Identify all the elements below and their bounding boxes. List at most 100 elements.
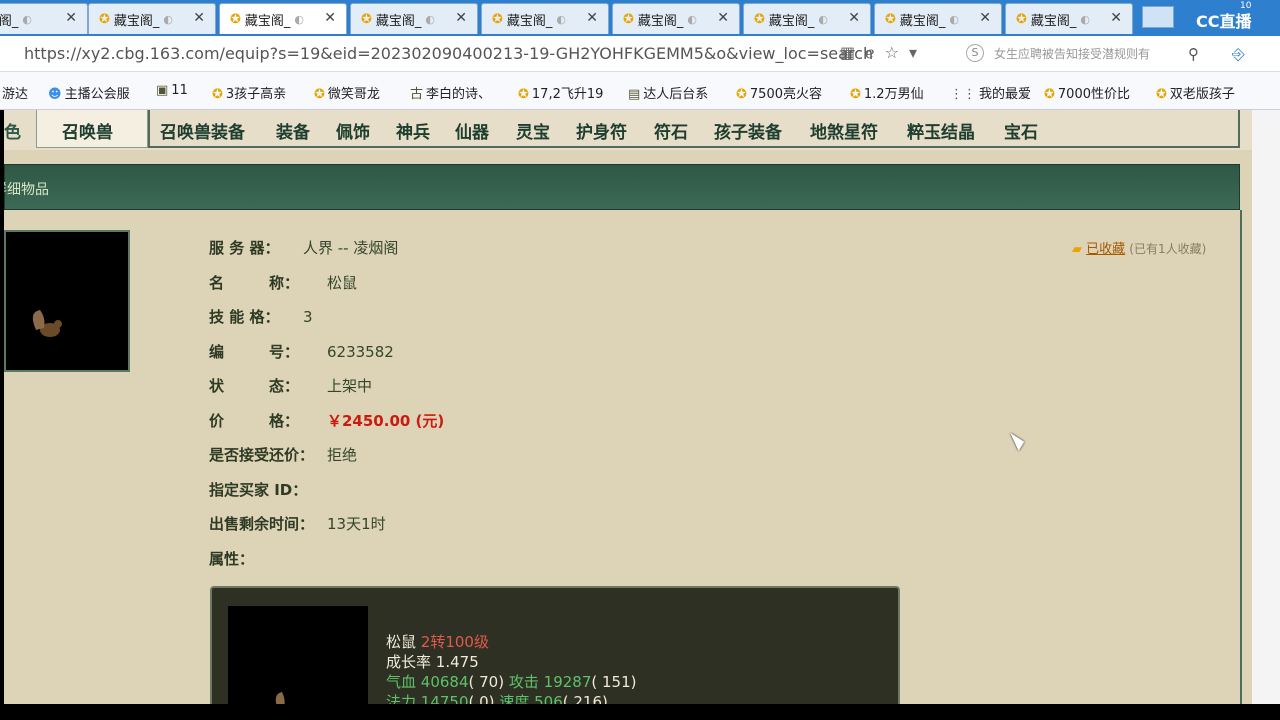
nav-tab[interactable]: 色 — [4, 118, 21, 143]
pet-title-line: 松鼠 2转100级 — [386, 633, 489, 651]
nav-tab[interactable]: 地煞星符 — [810, 118, 878, 143]
close-tab-icon[interactable]: ✕ — [65, 10, 77, 26]
bookmark-item[interactable]: ✪ 双老版孩子 — [1156, 83, 1235, 102]
time-label: 出售剩余时间： — [209, 515, 315, 533]
id-label: 编 号： — [209, 343, 300, 361]
nav-tab[interactable]: 宝石 — [1004, 118, 1038, 143]
chevron-down-icon[interactable]: ▾ — [909, 43, 927, 62]
favorite-count: (已有1人收藏) — [1129, 242, 1207, 256]
close-tab-icon[interactable]: ✕ — [324, 10, 336, 26]
bookmark-item[interactable]: ✪ 微笑哥龙 — [314, 83, 380, 102]
bookmark-item[interactable]: ✪ 3孩子高亲 — [212, 83, 286, 102]
loading-icon: ◐ — [687, 12, 698, 26]
name-label: 名 称： — [209, 274, 300, 292]
bookmark-icon: ✪ — [1156, 87, 1167, 102]
bookmark-icon: ✪ — [850, 87, 861, 102]
browser-tab-strip: ✪宝阁_◐✕ ✪藏宝阁_◐✕ ✪藏宝阁_◐✕ ✪藏宝阁_◐✕ ✪藏宝阁_◐✕ ✪… — [0, 0, 1280, 36]
bookmark-icon: ✪ — [518, 87, 529, 102]
loading-icon: ◐ — [294, 12, 305, 26]
page-favicon-icon: ✪ — [492, 11, 503, 27]
bargain-label: 是否接受还价： — [209, 446, 315, 464]
loading-icon: ◐ — [949, 12, 960, 26]
nav-tab[interactable]: 神兵 — [396, 118, 430, 143]
grid-icon: ⋮⋮ — [950, 87, 976, 102]
favorite-link[interactable]: ▰ 已收藏 (已有1人收藏) — [1072, 238, 1206, 257]
new-tab-button[interactable] — [1142, 6, 1174, 28]
nav-tab[interactable]: 粹玉结晶 — [907, 118, 975, 143]
bookmark-item[interactable]: ▤ 达人后台系 — [628, 83, 708, 102]
nav-tab[interactable]: 符石 — [654, 118, 688, 143]
page-favicon-icon: ✪ — [361, 11, 372, 27]
favorite-label[interactable]: 已收藏 — [1086, 242, 1125, 257]
nav-tab[interactable]: 灵宝 — [516, 118, 550, 143]
bookmark-item[interactable]: ⋮⋮ 我的最爱 — [950, 83, 1031, 102]
mp-spd-line: 法力 14750( 0) 速度 506( 216) — [386, 693, 608, 704]
url-field[interactable]: https://xy2.cbg.163.com/equip?s=19&eid=2… — [24, 44, 873, 63]
close-tab-icon[interactable]: ✕ — [848, 10, 860, 26]
bookmark-icon: ☻ — [48, 87, 62, 102]
window-edge — [1252, 110, 1280, 704]
browser-tab[interactable]: ✪ 藏宝阁_ ◐ ✕ — [481, 3, 609, 34]
nav-tab[interactable]: 孩子装备 — [714, 118, 782, 143]
qr-code-icon[interactable]: ▦ — [840, 43, 865, 62]
search-icon[interactable]: ⚲ — [1188, 45, 1199, 63]
status-row: 状 态： 上架中 — [209, 375, 372, 396]
nav-tab[interactable]: 仙器 — [455, 118, 489, 143]
pet-stats: 松鼠 2转100级 成长率 1.475 气血 40684( 70) 攻击 192… — [386, 632, 636, 704]
browser-tab[interactable]: ✪ 藏宝阁_ ◐ ✕ — [612, 3, 740, 34]
close-tab-icon[interactable]: ✕ — [455, 10, 467, 26]
nav-tab[interactable]: 召唤兽装备 — [160, 118, 245, 143]
nav-tab[interactable]: 装备 — [276, 118, 310, 143]
status-label: 状 态： — [209, 377, 300, 395]
section-header: 详细物品 — [4, 164, 1240, 210]
bookmark-item[interactable]: 古李白的诗、 — [410, 83, 491, 102]
close-tab-icon[interactable]: ✕ — [979, 10, 991, 26]
bookmark-item[interactable]: ✪ 1.2万男仙 — [850, 83, 924, 102]
browser-tab-active[interactable]: ✪ 藏宝阁_ ◐ ✕ — [219, 3, 347, 34]
page-favicon-icon: ✪ — [623, 11, 634, 27]
bookmarks-bar: 游达 ☻ 主播公会服 ▣ 11 ✪ 3孩子高亲 ✪ 微笑哥龙 古李白的诗、 ✪ 17,2飞… — [0, 72, 1280, 110]
search-input[interactable]: S 女生应聘被告知接受潜规则有 — [960, 42, 1192, 66]
loading-icon: ◐ — [818, 12, 829, 26]
page-favicon-icon: ✪ — [885, 11, 896, 27]
bookmark-icon: ✪ — [736, 87, 747, 102]
login-icon[interactable]: ⎆ — [1232, 44, 1245, 64]
close-tab-icon[interactable]: ✕ — [586, 10, 598, 26]
bookmark-item[interactable]: ✪ 7500亮火容 — [736, 83, 822, 102]
bookmark-item[interactable]: ▣ 11 — [156, 83, 188, 98]
browser-tab[interactable]: ✪宝阁_◐✕ — [0, 3, 88, 34]
browser-tab[interactable]: ✪ 藏宝阁_ ◐ ✕ — [743, 3, 871, 34]
pet-image — [4, 230, 130, 372]
id-value: 6233582 — [327, 343, 394, 361]
nav-tab[interactable]: 佩饰 — [336, 118, 370, 143]
bottom-bar — [0, 704, 1280, 720]
close-tab-icon[interactable]: ✕ — [1110, 10, 1122, 26]
bookmark-item[interactable]: ☻ 主播公会服 — [48, 83, 130, 102]
nav-tab-active[interactable]: 召唤兽 — [62, 118, 113, 143]
star-icon[interactable]: ☆ — [885, 43, 909, 62]
browser-tab[interactable]: ✪ 藏宝阁_ ◐ ✕ — [874, 3, 1002, 34]
bookmark-icon: ▣ — [156, 83, 169, 98]
browser-tab[interactable]: ✪ 藏宝阁_ ◐ ✕ — [88, 3, 216, 34]
bookmark-icon: ✪ — [314, 87, 325, 102]
browser-tab[interactable]: ✪ 藏宝阁_ ◐ ✕ — [1005, 3, 1133, 34]
server-value: 人界 -- 凌烟阁 — [303, 239, 399, 257]
folder-plus-icon: ▰ — [1072, 242, 1082, 257]
loading-icon: ◐ — [1080, 12, 1091, 26]
compat-mode-icon[interactable]: ℯ — [865, 43, 884, 62]
id-row: 编 号： 6233582 — [209, 341, 394, 362]
bookmark-item[interactable]: ✪ 7000性价比 — [1044, 83, 1130, 102]
address-bar: https://xy2.cbg.163.com/equip?s=19&eid=2… — [0, 36, 1280, 72]
close-tab-icon[interactable]: ✕ — [717, 10, 729, 26]
loading-icon: ◐ — [22, 12, 33, 26]
nav-frame — [148, 110, 1240, 148]
bookmark-item[interactable]: 游达 — [2, 83, 28, 102]
page-favicon-icon: ✪ — [230, 11, 241, 27]
nav-tab[interactable]: 护身符 — [576, 118, 627, 143]
close-tab-icon[interactable]: ✕ — [193, 10, 205, 26]
bookmark-item[interactable]: ✪ 17,2飞升19 — [518, 83, 603, 102]
page-favicon-icon: ✪ — [1016, 11, 1027, 27]
pet-info-panel: 松鼠 2转100级 成长率 1.475 气血 40684( 70) 攻击 192… — [210, 586, 900, 704]
server-row: 服 务 器： 人界 -- 凌烟阁 — [209, 237, 398, 258]
browser-tab[interactable]: ✪ 藏宝阁_ ◐ ✕ — [350, 3, 478, 34]
